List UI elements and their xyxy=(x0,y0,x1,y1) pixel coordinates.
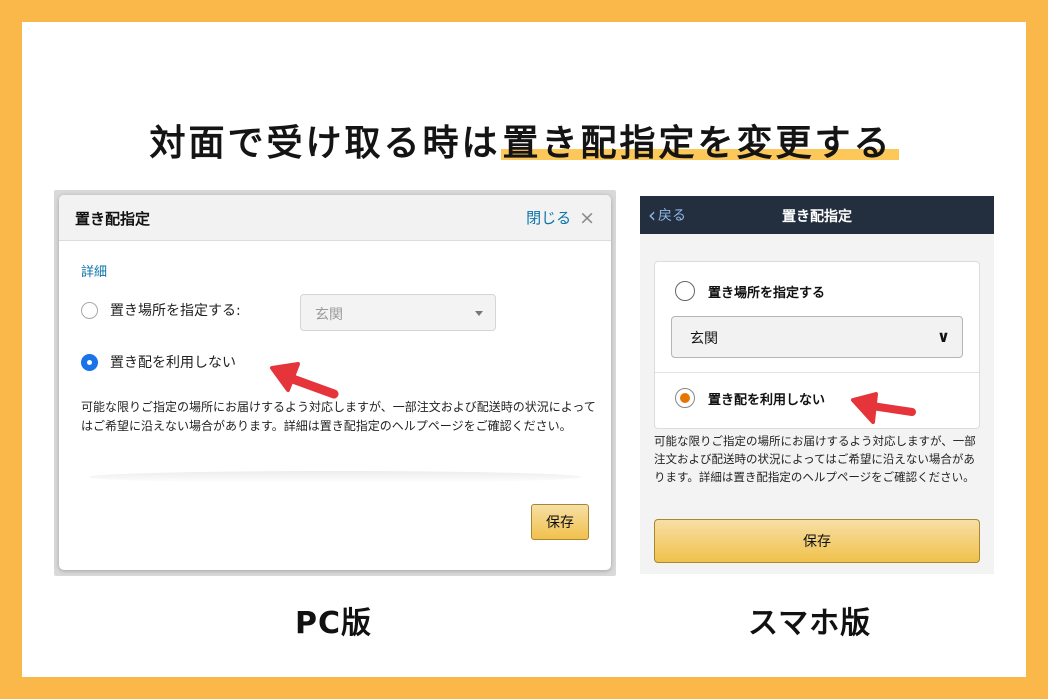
sp-location-select[interactable]: 玄関 ∨ xyxy=(671,316,963,358)
pc-caption: PC版 xyxy=(295,606,373,641)
pc-location-select-value: 玄関 xyxy=(315,307,343,323)
sp-option-specify[interactable]: 置き場所を指定する xyxy=(675,281,825,301)
pc-radio-specify[interactable] xyxy=(81,301,98,319)
pc-dialog-header: 置き配指定 閉じる × xyxy=(59,195,611,241)
sp-options-box: 置き場所を指定する 玄関 ∨ 置き配を利用しない xyxy=(654,261,980,429)
pc-save-button[interactable]: 保存 xyxy=(531,504,589,540)
pc-option-specify[interactable]: 置き場所を指定する: xyxy=(81,300,241,320)
close-icon[interactable]: × xyxy=(579,208,595,227)
sp-separator xyxy=(655,372,979,373)
sp-location-select-value: 玄関 xyxy=(690,331,718,347)
pc-close-button[interactable]: 閉じる × xyxy=(526,207,595,228)
pc-arrow-icon xyxy=(270,362,339,399)
pc-note: 可能な限りご指定の場所にお届けするよう対応しますが、一部注文および配送時の状況に… xyxy=(81,400,596,433)
headline-highlight: 置き配指定を変更する xyxy=(500,123,899,164)
pc-divider xyxy=(89,471,581,483)
caret-down-icon xyxy=(475,311,483,316)
sp-arrow-icon xyxy=(851,392,916,424)
sp-option-none-label: 置き配を利用しない xyxy=(708,392,826,408)
sp-navbar: ‹ 戻る 置き配指定 xyxy=(640,196,994,234)
pc-radio-none[interactable] xyxy=(81,353,98,371)
sp-screenshot: ‹ 戻る 置き配指定 置き場所を指定する 玄関 ∨ 置き配を利用しない 可能な限… xyxy=(640,196,994,574)
sp-option-specify-label: 置き場所を指定する xyxy=(708,285,826,301)
sp-radio-none[interactable] xyxy=(675,388,695,408)
pc-screenshot: 置き配指定 閉じる × 詳細 置き場所を指定する: 玄関 置き配を利用しない 可… xyxy=(54,190,616,576)
sp-radio-specify[interactable] xyxy=(675,281,695,301)
pc-option-none[interactable]: 置き配を利用しない xyxy=(81,352,236,372)
chevron-down-icon: ∨ xyxy=(937,327,950,346)
sp-nav-title: 置き配指定 xyxy=(782,209,852,225)
sp-note: 可能な限りご指定の場所にお届けするよう対応しますが、一部注文および配送時の状況に… xyxy=(654,434,976,484)
sp-save-button[interactable]: 保存 xyxy=(654,519,980,563)
pc-dialog-title: 置き配指定 xyxy=(75,210,151,228)
headline-text: 対面で受け取る時は xyxy=(149,123,501,164)
sp-option-none[interactable]: 置き配を利用しない xyxy=(675,388,825,408)
pc-location-select[interactable]: 玄関 xyxy=(300,294,496,331)
pc-option-none-label: 置き配を利用しない xyxy=(110,355,236,371)
pc-option-specify-label: 置き場所を指定する: xyxy=(110,303,241,319)
pc-detail-link[interactable]: 詳細 xyxy=(81,261,107,280)
headline: 対面で受け取る時は置き配指定を変更する xyxy=(22,114,1026,166)
sp-caption: スマホ版 xyxy=(748,606,872,641)
pc-close-label[interactable]: 閉じる xyxy=(526,207,571,228)
